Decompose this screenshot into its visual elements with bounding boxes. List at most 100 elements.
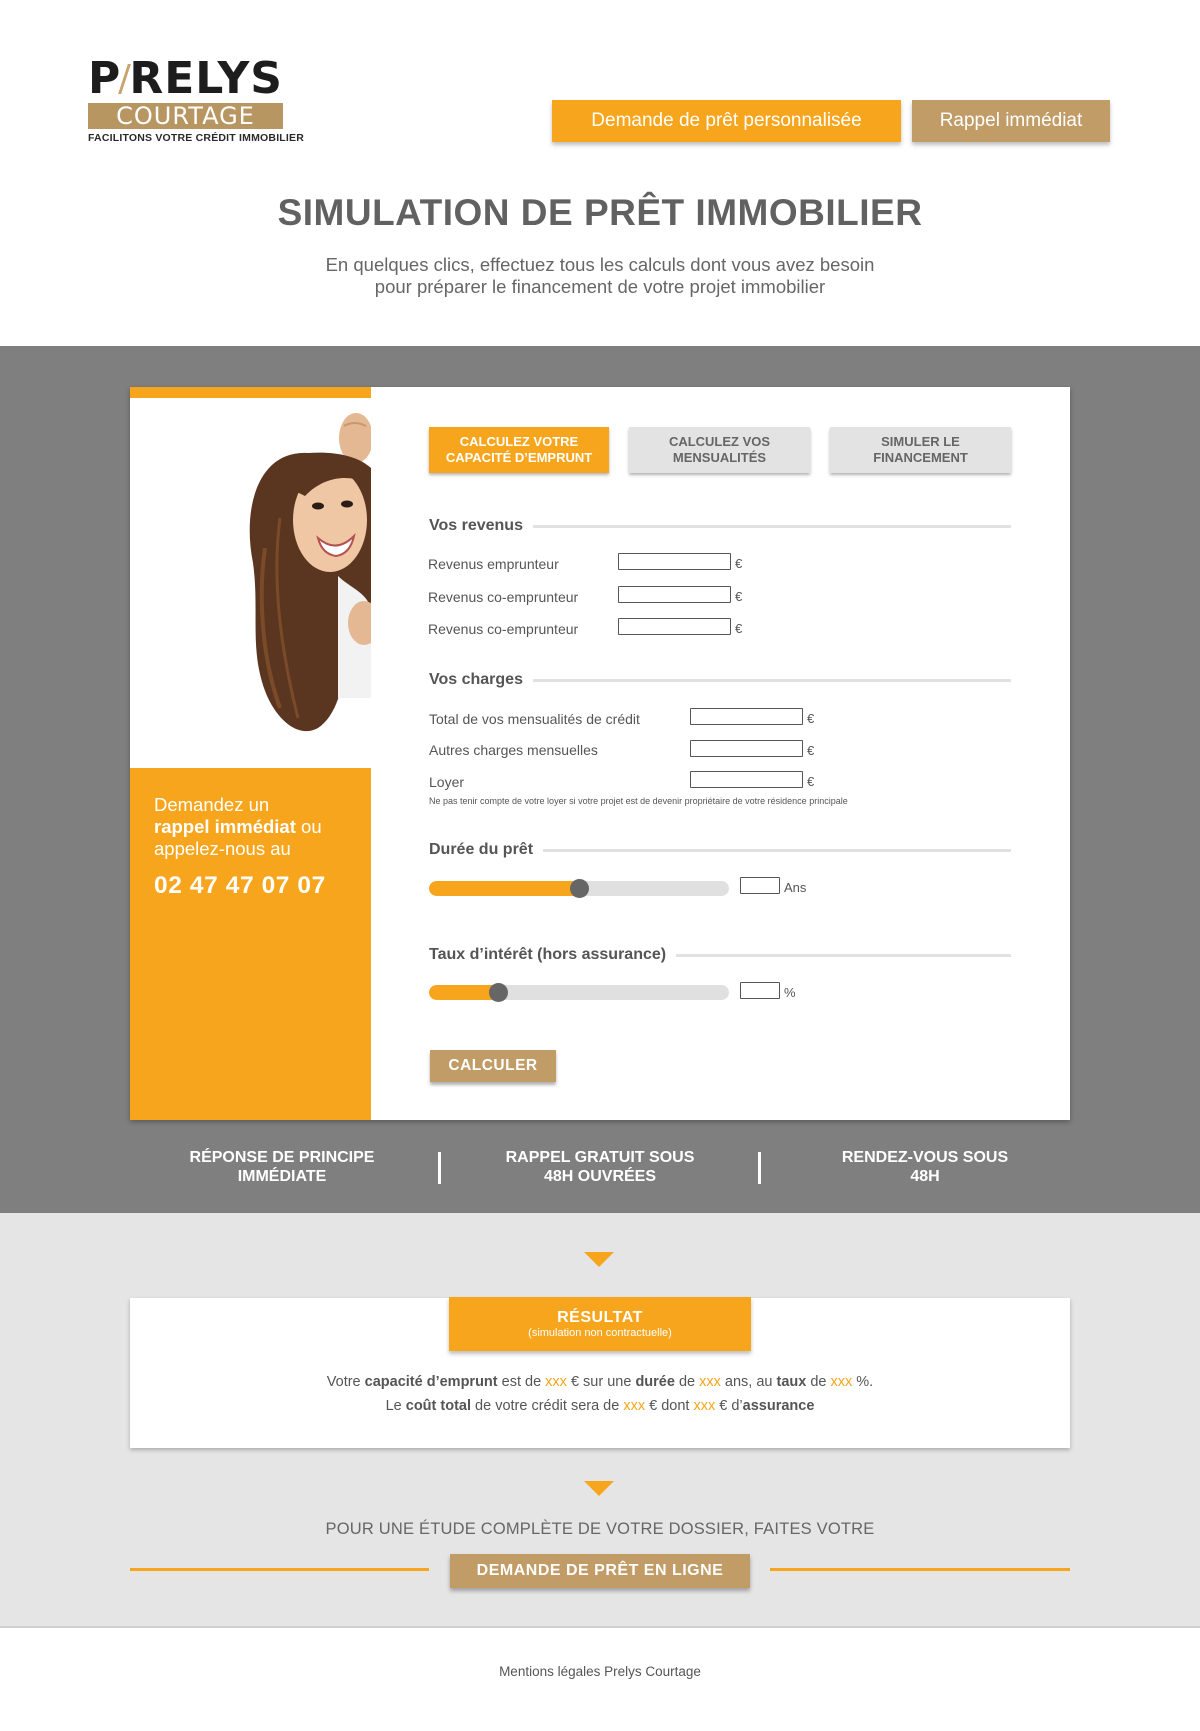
feature-appointment: RENDEZ-VOUS SOUS 48H	[810, 1148, 1040, 1186]
euro-unit: €	[807, 711, 815, 726]
phone-number[interactable]: 02 47 47 07 07	[154, 872, 347, 900]
percent-unit: %	[784, 985, 796, 1000]
callback-box: Demandez un rappel immédiat ou appelez-n…	[130, 768, 371, 1120]
result-total-cost-value: xxx	[623, 1398, 646, 1414]
logo[interactable]: P RELYS COURTAGE FACILITONS VOTRE CRÉDIT …	[88, 53, 305, 144]
rent-note: Ne pas tenir compte de votre loyer si vo…	[429, 796, 848, 806]
result-subtitle: (simulation non contractuelle)	[528, 1327, 672, 1339]
tab-label-line2: mensualités	[672, 450, 767, 465]
cta-line-left	[130, 1568, 429, 1571]
callback-link[interactable]: rappel immédiat	[154, 816, 296, 837]
rate-slider-handle[interactable]	[489, 983, 508, 1002]
other-charges-label: Autres charges mensuelles	[429, 742, 598, 758]
result-text: € dont	[645, 1398, 694, 1414]
income-coborrower-input[interactable]	[618, 586, 731, 603]
result-duration-value: xxx	[699, 1374, 721, 1390]
tab-simulate-financing[interactable]: Simuler le financement	[830, 427, 1011, 473]
feature-line1: RAPPEL GRATUIT SOUS	[505, 1149, 695, 1166]
personalized-loan-button[interactable]: Demande de prêt personnalisée	[552, 100, 901, 142]
income-coborrower-2-input[interactable]	[618, 618, 731, 635]
result-line-1: Votre capacité d’emprunt est de xxx € su…	[130, 1374, 1070, 1390]
income-borrower-input[interactable]	[618, 553, 731, 570]
cta-line-right	[770, 1568, 1070, 1571]
section-divider	[543, 848, 1011, 852]
tab-label-line1: Simuler le	[881, 434, 960, 449]
left-column: Demandez un rappel immédiat ou appelez-n…	[130, 387, 371, 1120]
result-text: est de	[497, 1374, 546, 1390]
rent-input[interactable]	[690, 771, 803, 788]
feature-immediate-answer: RÉPONSE DE PRINCIPE IMMÉDIATE	[170, 1148, 394, 1186]
feature-separator	[758, 1152, 761, 1184]
feature-free-callback: RAPPEL GRATUIT SOUS 48H OUVRÉES	[480, 1148, 720, 1186]
section-rate-title: Taux d’intérêt (hors assurance)	[429, 946, 667, 963]
feature-line2: 48H	[910, 1168, 940, 1185]
section-income-title: Vos revenus	[429, 517, 523, 534]
income-coborrower-label: Revenus co-emprunteur	[428, 589, 579, 605]
feature-line1: RÉPONSE DE PRINCIPE	[189, 1149, 375, 1166]
result-keyword: taux	[776, 1374, 807, 1390]
online-loan-request-button[interactable]: DEMANDE DE PRÊT EN LIGNE	[450, 1554, 750, 1588]
callback-text: Demandez un rappel immédiat ou appelez-n…	[154, 794, 347, 860]
result-text: %.	[852, 1374, 874, 1390]
section-divider	[532, 678, 1011, 682]
orange-strip	[130, 387, 371, 398]
feature-line1: RENDEZ-VOUS SOUS	[841, 1149, 1009, 1166]
result-title: RÉSULTAT	[557, 1309, 643, 1326]
euro-unit: €	[735, 589, 743, 604]
euro-unit: €	[735, 621, 743, 636]
rent-label: Loyer	[429, 774, 465, 790]
page-title: SIMULATION DE PRÊT IMMOBILIER	[277, 192, 923, 233]
other-charges-input[interactable]	[690, 740, 803, 757]
section-duration-title: Durée du prêt	[429, 841, 534, 858]
section-rate: Taux d’intérêt (hors assurance)	[429, 946, 1011, 964]
legal-notice-link[interactable]: Mentions légales Prelys Courtage	[0, 1664, 1200, 1679]
callback-line1: Demandez un	[154, 794, 270, 815]
result-text: de votre crédit sera de	[471, 1398, 624, 1414]
features-row: RÉPONSE DE PRINCIPE IMMÉDIATE RAPPEL GRAT…	[0, 1148, 1200, 1198]
income-borrower-label: Revenus emprunteur	[428, 556, 559, 572]
tab-label-line1: Calculez votre	[459, 434, 579, 449]
subtitle-line-1: En quelques clics, effectuez tous les ca…	[325, 254, 875, 275]
cta-text: POUR UNE ÉTUDE COMPLÈTE DE VOTRE DOSSIER…	[325, 1520, 875, 1538]
woman-peeking-photo	[130, 398, 371, 755]
callback-button[interactable]: Rappel immédiat	[912, 100, 1110, 142]
result-rate-value: xxx	[830, 1374, 853, 1390]
rate-slider-fill	[429, 985, 498, 1000]
result-keyword: capacité d’emprunt	[364, 1374, 498, 1390]
logo-tagline: FACILITONS VOTRE CRÉDIT IMMOBILIER	[88, 132, 305, 144]
result-text: € sur une	[566, 1374, 636, 1390]
logo-letter-p: P	[88, 53, 122, 104]
calculate-button[interactable]: CALCULER	[430, 1050, 556, 1082]
section-divider	[676, 953, 1011, 957]
callback-or: ou	[295, 816, 322, 837]
result-text: de	[806, 1374, 831, 1390]
duration-slider-handle[interactable]	[570, 879, 589, 898]
rate-slider[interactable]	[429, 985, 729, 1000]
result-text: € d’	[715, 1398, 743, 1414]
section-divider	[532, 524, 1011, 528]
euro-unit: €	[735, 556, 743, 571]
tab-borrowing-capacity[interactable]: Calculez votre capacité d’emprunt	[429, 427, 609, 473]
years-unit: Ans	[784, 880, 807, 895]
tab-monthly-payments[interactable]: Calculez vos mensualités	[629, 427, 810, 473]
result-header: RÉSULTAT (simulation non contractuelle)	[449, 1297, 751, 1351]
rate-input[interactable]	[740, 982, 780, 999]
credit-payments-label: Total de vos mensualités de crédit	[429, 711, 640, 727]
result-amount-value: xxx	[545, 1374, 567, 1390]
section-charges-title: Vos charges	[429, 671, 523, 688]
logo-letters: RELYS	[129, 53, 283, 104]
result-keyword: durée	[635, 1374, 675, 1390]
result-text: ans, au	[720, 1374, 777, 1390]
tab-label-line2: financement	[873, 450, 968, 465]
duration-slider-fill	[429, 881, 579, 896]
result-keyword: assurance	[742, 1398, 815, 1414]
simulator-card: Demandez un rappel immédiat ou appelez-n…	[130, 387, 1070, 1120]
feature-line2: IMMÉDIATE	[237, 1168, 327, 1185]
result-line-2: Le coût total de votre crédit sera de xx…	[130, 1398, 1070, 1414]
subtitle-line-2: pour préparer le financement de votre pr…	[374, 276, 826, 297]
credit-payments-input[interactable]	[690, 708, 803, 725]
result-insurance-value: xxx	[693, 1398, 716, 1414]
tab-label-line1: Calculez vos	[668, 434, 771, 449]
duration-input[interactable]	[740, 877, 780, 894]
section-charges: Vos charges	[429, 671, 1011, 689]
